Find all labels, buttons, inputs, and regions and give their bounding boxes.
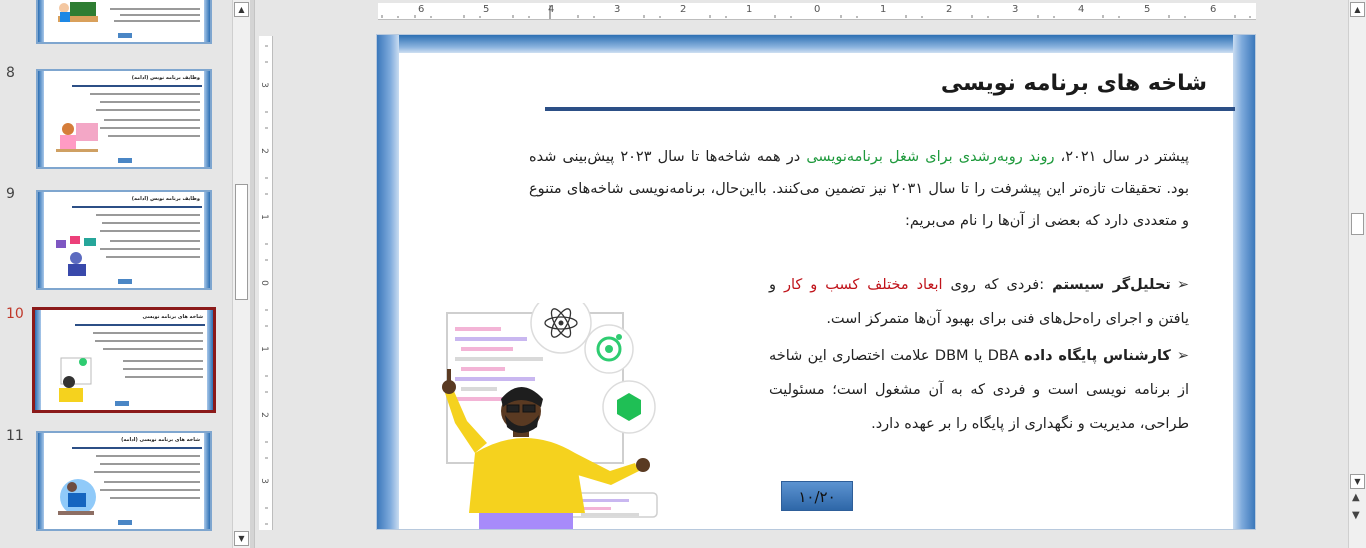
thumbnail-title: وظایف برنامه نویس (ادامه) <box>131 75 200 81</box>
thumbnail-number: 10 <box>6 306 24 322</box>
ruler-label: 2 <box>258 148 269 154</box>
code-line-icon <box>455 327 501 331</box>
triangle-down-icon[interactable]: ▼ <box>234 531 249 546</box>
thumbnail-title: وظایف برنامه نویس (ادامه) <box>131 196 200 202</box>
thumbnail-number: 9 <box>6 186 15 202</box>
slide-thumbnail-pane: 8 وظایف برنامه نویس (ادامه) 9 وظایف برنا… <box>0 0 232 548</box>
thumbnail-title: شاخه های برنامه نویسی <box>142 314 204 320</box>
scrollbar-thumb[interactable] <box>1351 213 1364 235</box>
ruler-label: 0 <box>814 4 821 15</box>
ruler-label: 6 <box>1210 4 1217 15</box>
bullet-system-analyst[interactable]: ➢ تحلیل‌گر سیستم :فردی که روی ابعاد مختلف… <box>769 268 1189 336</box>
triangle-up-icon[interactable]: ▲ <box>234 2 249 17</box>
ruler-label: 1 <box>880 4 887 15</box>
ruler-label: 3 <box>258 478 269 484</box>
bullet-highlight: ابعاد مختلف کسب و کار <box>783 277 943 293</box>
horizontal-ruler: 6 5 4 3 2 1 0 1 2 3 4 5 6 <box>378 3 1256 20</box>
triangle-up-icon[interactable]: ▲ <box>1350 2 1365 17</box>
arrow-bullet-icon: ➢ <box>1176 348 1189 364</box>
bullet-text: :فردی که روی <box>942 277 1053 293</box>
ruler-label: 1 <box>746 4 753 15</box>
person-shirt <box>469 438 585 513</box>
ruler-label: 4 <box>1078 4 1085 15</box>
triangle-down-icon[interactable]: ▼ <box>1350 474 1365 489</box>
ruler-label: 0 <box>258 280 269 286</box>
ruler-label: 3 <box>614 4 621 15</box>
thumbnail-scrollbar[interactable]: ▲ ▼ <box>232 0 250 548</box>
double-up-icon[interactable]: ▲ <box>1352 492 1360 503</box>
arrow-bullet-icon: ➢ <box>1176 277 1189 293</box>
thumbnail-number: 11 <box>6 428 24 444</box>
scrollbar-thumb[interactable] <box>235 184 248 300</box>
intro-paragraph[interactable]: پیشتر در سال ۲۰۲۱، روند روبه‌رشدی برای ش… <box>529 141 1189 237</box>
ruler-label: 2 <box>258 412 269 418</box>
slide-right-border <box>1233 35 1255 529</box>
thumbnail-slide-9[interactable]: وظایف برنامه نویس (ادامه) <box>36 190 212 290</box>
title-underline <box>545 107 1235 111</box>
thumbnail-illustration-icon <box>58 2 98 22</box>
ruler-label: 1 <box>258 214 269 220</box>
double-down-icon[interactable]: ▼ <box>1352 510 1360 521</box>
bullet-database-expert[interactable]: ➢کارشناس پایگاه داده DBA یا DBM علامت اخ… <box>769 339 1189 441</box>
bullet-heading: تحلیل‌گر سیستم <box>1052 277 1171 293</box>
ruler-label: 5 <box>1144 4 1151 15</box>
ruler-label: 6 <box>418 4 425 15</box>
intro-highlight: روند روبه‌رشدی برای شغل برنامه‌نویسی <box>806 149 1055 165</box>
pane-splitter[interactable] <box>250 0 255 548</box>
ruler-label: 2 <box>680 4 687 15</box>
bullet-heading: کارشناس پایگاه داده <box>1024 348 1171 364</box>
slide-body: شاخه های برنامه نویسی پیشتر در سال ۲۰۲۱،… <box>399 53 1235 530</box>
developer-illustration[interactable]: </> <box>435 303 675 530</box>
thumbnail-slide-8[interactable]: وظایف برنامه نویس (ادامه) <box>36 69 212 169</box>
ruler-label: 1 <box>258 346 269 352</box>
ruler-label: 2 <box>946 4 953 15</box>
thumbnail-number: 8 <box>6 65 15 81</box>
thumbnail-title: شاخه های برنامه نویسی (ادامه) <box>121 437 200 443</box>
intro-text: پیشتر در سال ۲۰۲۱، <box>1054 149 1189 165</box>
thumbnail-slide-7[interactable] <box>36 0 212 44</box>
page-number-badge: ۱۰/۲۰ <box>781 481 853 511</box>
ruler-label: 5 <box>483 4 490 15</box>
thumbnail-illustration-icon <box>56 123 98 152</box>
slide-top-border <box>377 35 1255 53</box>
thumbnail-illustration-icon <box>56 236 96 276</box>
vertical-ruler: 3 2 1 0 1 2 3 <box>259 36 273 530</box>
thumbnail-slide-10-selected[interactable]: شاخه های برنامه نویسی <box>32 307 216 413</box>
thumbnail-illustration-icon <box>58 479 96 515</box>
thumbnail-slide-11[interactable]: شاخه های برنامه نویسی (ادامه) <box>36 431 212 531</box>
slide-canvas[interactable]: شاخه های برنامه نویسی پیشتر در سال ۲۰۲۱،… <box>376 34 1256 530</box>
slide-scrollbar[interactable]: ▲ ▼ ▲ ▼ <box>1348 0 1366 548</box>
slide-left-border <box>377 35 399 529</box>
thumbnail-illustration-icon <box>59 357 92 402</box>
ruler-label: 4 <box>548 4 555 15</box>
ruler-label: 3 <box>1012 4 1019 15</box>
ruler-label: 3 <box>258 82 269 88</box>
slide-title[interactable]: شاخه های برنامه نویسی <box>941 71 1207 96</box>
